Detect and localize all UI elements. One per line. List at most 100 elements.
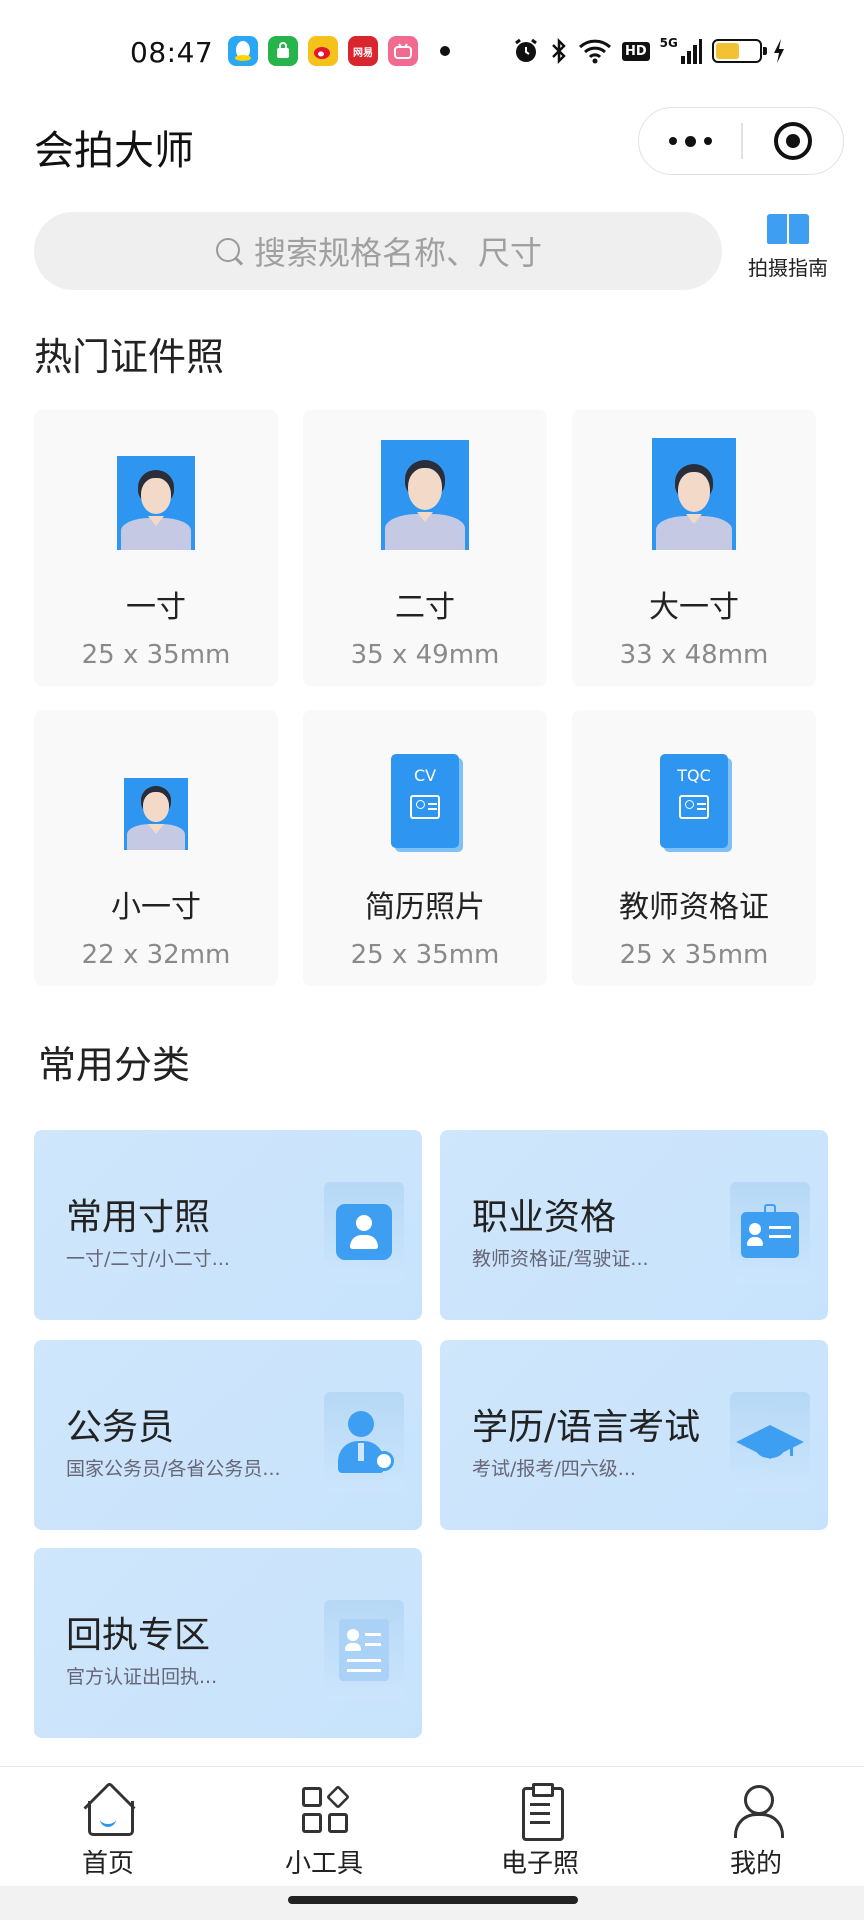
home-indicator[interactable] bbox=[288, 1896, 578, 1904]
clipboard-line bbox=[530, 1821, 550, 1824]
hot-item-size: 25 x 35mm bbox=[81, 640, 231, 670]
category-receipt-zone[interactable]: 回执专区 官方认证出回执... bbox=[34, 1548, 422, 1738]
tools-icon bbox=[296, 1781, 352, 1837]
portrait-face bbox=[143, 792, 169, 822]
cv-doc-text: CV bbox=[413, 766, 437, 785]
category-professional-cert[interactable]: 职业资格 教师资格证/驾驶证... bbox=[440, 1130, 828, 1320]
tqc-doc-text: TQC bbox=[677, 766, 711, 785]
more-button[interactable] bbox=[639, 108, 741, 174]
official-icon bbox=[334, 1409, 394, 1475]
photo-wrap: TQC bbox=[572, 728, 816, 858]
category-title: 职业资格 bbox=[472, 1197, 617, 1238]
badge-shoulder bbox=[747, 1237, 763, 1246]
tool-square bbox=[302, 1813, 322, 1833]
hot-section-title: 热门证件照 bbox=[34, 335, 225, 379]
netease-icon: 网易 bbox=[348, 36, 378, 66]
receipt-line bbox=[365, 1643, 381, 1646]
hd-icon: HD bbox=[622, 36, 650, 66]
badge-icon bbox=[741, 1204, 799, 1258]
hot-item-large-one-inch[interactable]: 大一寸 33 x 48mm bbox=[572, 410, 816, 686]
portrait-icon bbox=[381, 440, 469, 550]
category-icon-box bbox=[324, 1182, 404, 1282]
receipt-head bbox=[347, 1629, 359, 1641]
cap-board bbox=[736, 1425, 804, 1459]
hot-item-two-inch[interactable]: 二寸 35 x 49mm bbox=[303, 410, 547, 686]
category-education-exam[interactable]: 学历/语言考试 考试/报考/四六级... bbox=[440, 1340, 828, 1530]
book-icon bbox=[765, 212, 811, 248]
category-civil-servant[interactable]: 公务员 国家公务员/各省公务员... bbox=[34, 1340, 422, 1530]
qq-icon bbox=[228, 36, 258, 66]
profile-icon bbox=[728, 1781, 784, 1838]
tab-home[interactable]: 首页 bbox=[0, 1767, 216, 1887]
alarm-icon bbox=[512, 36, 540, 66]
notification-icons: 网易 bbox=[228, 36, 450, 66]
more-dot-icon bbox=[668, 137, 677, 145]
clipboard-line bbox=[530, 1803, 550, 1806]
shop-icon bbox=[268, 36, 298, 66]
receipt-line bbox=[347, 1659, 381, 1662]
badge-line bbox=[769, 1226, 791, 1229]
tab-label: 首页 bbox=[81, 1849, 134, 1879]
charging-icon bbox=[772, 36, 786, 66]
tab-label: 我的 bbox=[729, 1849, 782, 1879]
category-icon-box bbox=[730, 1392, 810, 1492]
search-input[interactable]: 搜索规格名称、尺寸 bbox=[34, 212, 722, 290]
receipt-icon bbox=[339, 1619, 389, 1681]
shooting-guide-button[interactable]: 拍摄指南 bbox=[736, 212, 840, 290]
graduation-cap-icon bbox=[736, 1414, 804, 1470]
cap-tassel bbox=[790, 1438, 793, 1456]
tab-tools[interactable]: 小工具 bbox=[216, 1767, 432, 1887]
home-icon bbox=[80, 1781, 136, 1837]
target-icon bbox=[773, 122, 812, 160]
search-placeholder: 搜索规格名称、尺寸 bbox=[253, 234, 542, 272]
hot-item-size: 33 x 48mm bbox=[619, 640, 769, 670]
receipt-line bbox=[347, 1669, 381, 1672]
signal-icon: 5G bbox=[660, 36, 702, 66]
category-title: 公务员 bbox=[66, 1407, 175, 1448]
official-tie bbox=[358, 1443, 364, 1461]
portrait-collar bbox=[148, 516, 164, 526]
mini-program-capsule bbox=[638, 107, 844, 175]
photo-wrap bbox=[572, 428, 816, 558]
hot-item-name: 大一寸 bbox=[649, 590, 739, 625]
portrait-collar bbox=[686, 514, 702, 524]
hot-item-small-one-inch[interactable]: 小一寸 22 x 32mm bbox=[34, 710, 278, 986]
hot-item-name: 教师资格证 bbox=[619, 890, 769, 925]
receipt-shoulder bbox=[345, 1643, 361, 1651]
tool-square bbox=[302, 1787, 322, 1807]
hot-item-teacher-cert[interactable]: TQC 教师资格证 25 x 35mm bbox=[572, 710, 816, 986]
shooting-guide-label: 拍摄指南 bbox=[748, 256, 828, 280]
hot-item-resume-photo[interactable]: CV 简历照片 25 x 35mm bbox=[303, 710, 547, 986]
hot-item-name: 二寸 bbox=[395, 590, 455, 625]
weibo-icon bbox=[308, 36, 338, 66]
portrait-icon bbox=[117, 456, 195, 550]
wifi-icon bbox=[578, 36, 612, 66]
hot-item-one-inch[interactable]: 一寸 25 x 35mm bbox=[34, 410, 278, 686]
photo-wrap bbox=[34, 728, 278, 858]
category-subtitle: 官方认证出回执... bbox=[66, 1666, 218, 1688]
e-photo-icon bbox=[512, 1781, 568, 1841]
tab-profile[interactable]: 我的 bbox=[648, 1767, 864, 1887]
category-title: 学历/语言考试 bbox=[472, 1407, 701, 1448]
category-title: 常用寸照 bbox=[66, 1197, 211, 1238]
receipt-line bbox=[365, 1633, 381, 1636]
hot-item-size: 25 x 35mm bbox=[350, 940, 500, 970]
page-title: 会拍大师 bbox=[34, 128, 194, 174]
photo-wrap: CV bbox=[303, 728, 547, 858]
category-section-title: 常用分类 bbox=[38, 1043, 191, 1087]
tab-label: 小工具 bbox=[284, 1849, 363, 1879]
photo-wrap bbox=[34, 428, 278, 558]
category-subtitle: 教师资格证/驾驶证... bbox=[472, 1248, 649, 1270]
status-bar: 08:47 网易 HD 5G bbox=[0, 0, 864, 100]
tab-e-photo[interactable]: 电子照 bbox=[432, 1767, 648, 1887]
portrait-collar bbox=[417, 512, 433, 522]
category-subtitle: 一寸/二寸/小二寸... bbox=[66, 1248, 230, 1270]
close-miniprogram-button[interactable] bbox=[743, 122, 844, 160]
bluetooth-icon bbox=[550, 36, 568, 66]
search-icon bbox=[214, 236, 244, 266]
id-card-icon bbox=[410, 795, 440, 819]
category-subtitle: 国家公务员/各省公务员... bbox=[66, 1458, 281, 1480]
tab-label: 电子照 bbox=[500, 1849, 579, 1879]
category-common-photo[interactable]: 常用寸照 一寸/二寸/小二寸... bbox=[34, 1130, 422, 1320]
more-notifications-dot bbox=[440, 46, 450, 56]
